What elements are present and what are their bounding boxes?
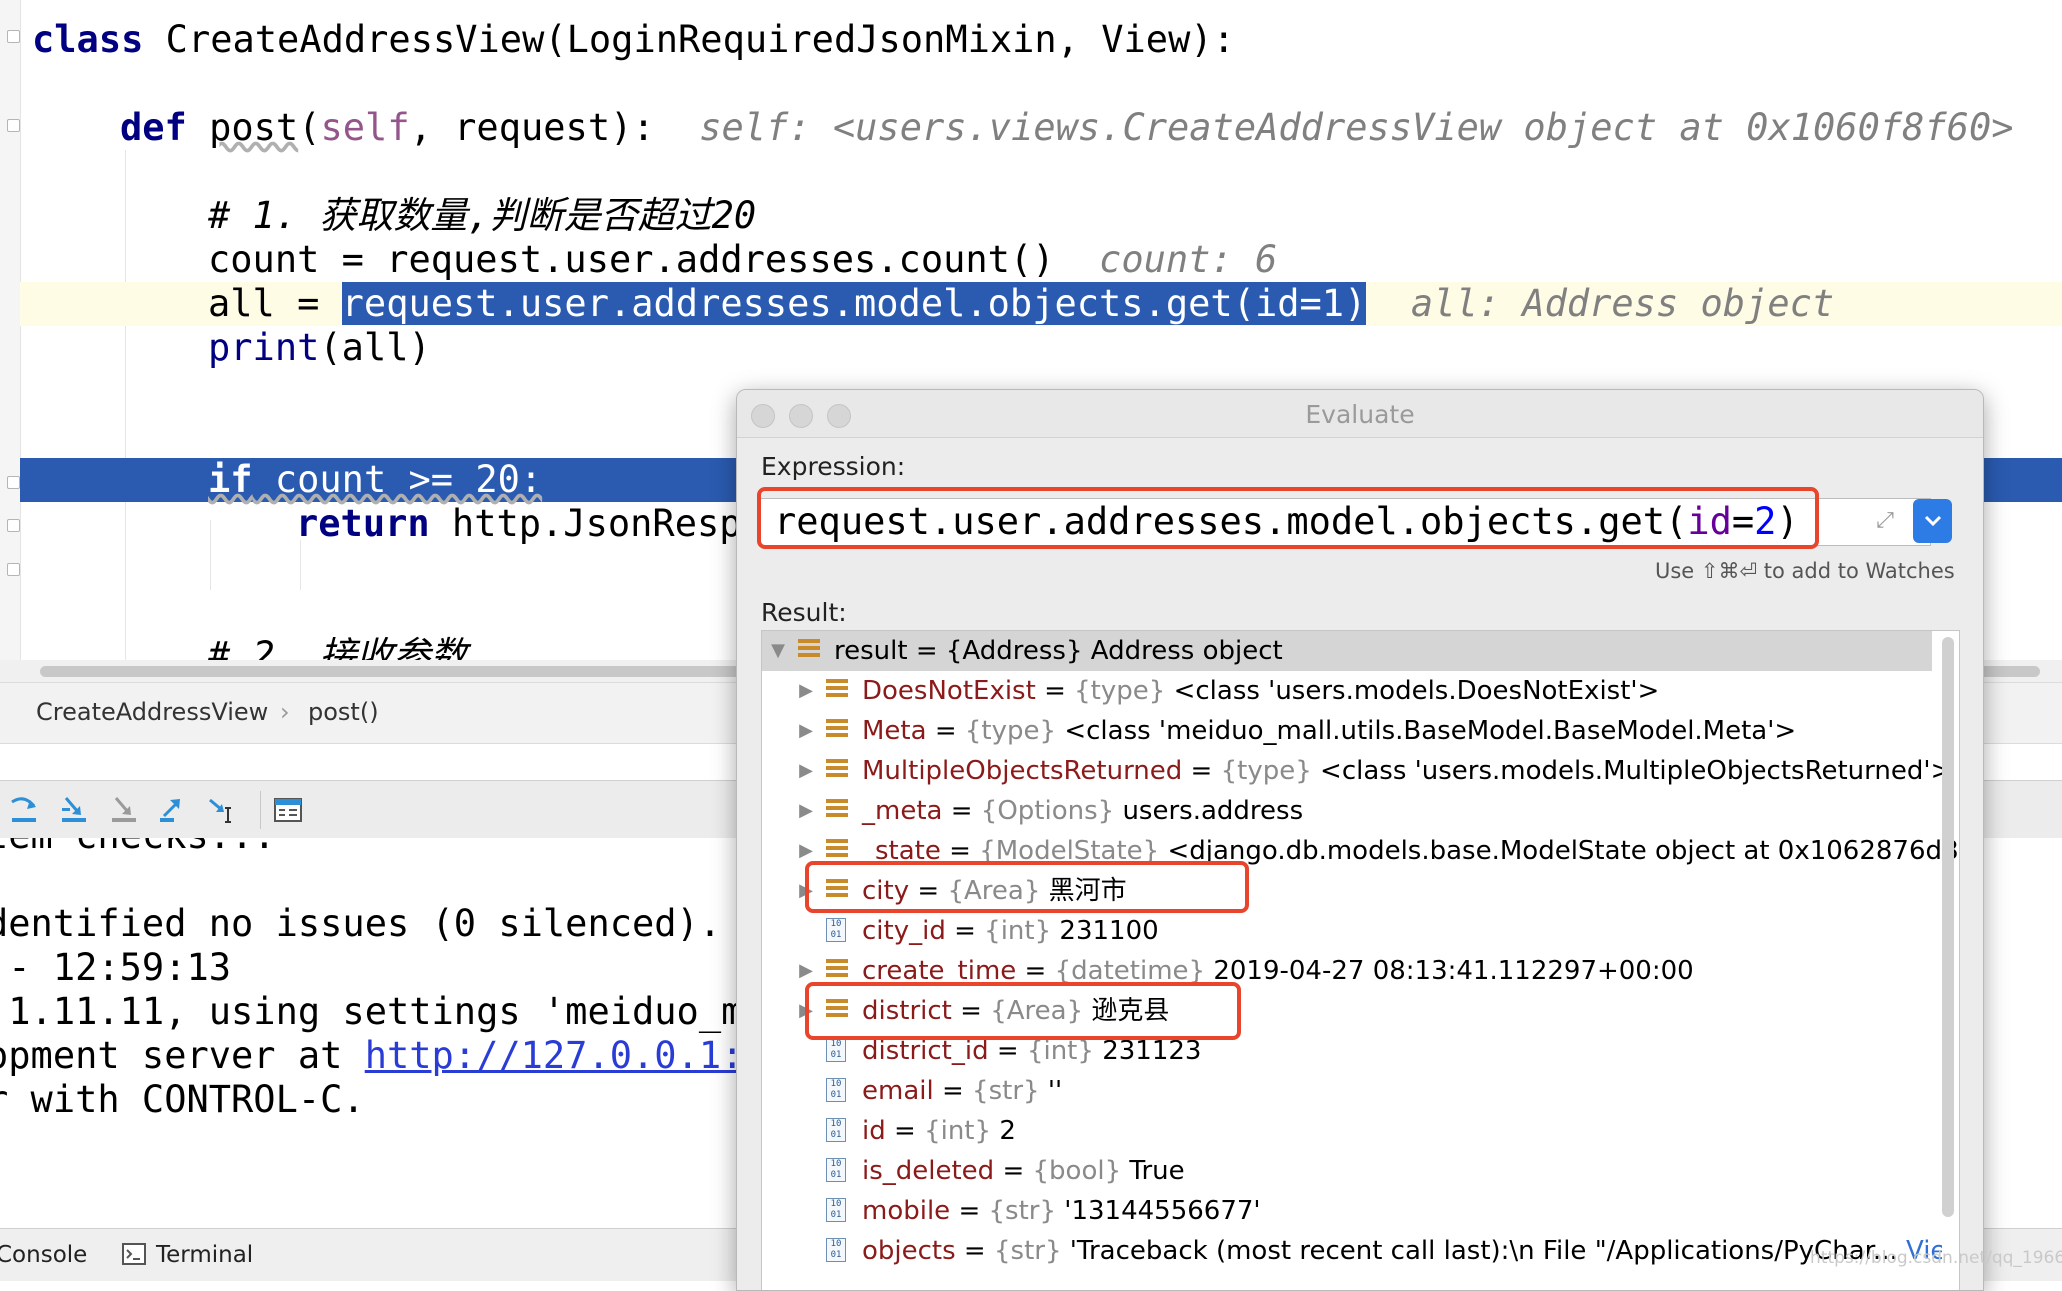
- breadcrumb-separator: ›: [280, 698, 290, 726]
- watch-hint: Use ⇧⌘⏎ to add to Watches: [1655, 559, 1955, 583]
- evaluate-expression-icon[interactable]: [272, 794, 304, 826]
- primitive-value-icon: 10 01: [826, 1238, 846, 1262]
- code-line-all: all = request.user.addresses.model.objec…: [20, 282, 2062, 326]
- annotation-highlight-city: [805, 861, 1249, 913]
- server-url-link[interactable]: http://127.0.0.1:: [365, 1034, 744, 1077]
- console-line: opment server at: [0, 1034, 365, 1077]
- primitive-value-icon: 10 01: [826, 1038, 846, 1062]
- tab-console[interactable]: Console: [0, 1242, 87, 1268]
- tree-row[interactable]: ▶ _meta = {Options} users.address: [762, 791, 1932, 831]
- result-scrollbar[interactable]: [1942, 637, 1954, 1217]
- inline-debug-value: all: Address object: [1410, 282, 1835, 325]
- inline-debug-value: count: 6: [1099, 238, 1278, 281]
- console-line: 1.11.11, using settings 'meiduo_m: [0, 990, 744, 1033]
- watermark: https://blog.csdn.net/qq_19668897: [1810, 1248, 2062, 1268]
- console-line: dentified no issues (0 silenced).: [0, 902, 722, 945]
- indent-guide: [300, 540, 301, 590]
- dialog-titlebar[interactable]: Evaluate: [737, 390, 1983, 438]
- code-line-comment: # 1. 获取数量,判断是否超过20: [20, 194, 2062, 238]
- collapse-arrow-icon[interactable]: ▼: [768, 631, 788, 671]
- if-condition: count >= 20:: [252, 458, 543, 501]
- console-line: - 12:59:13: [0, 946, 232, 989]
- expand-editor-icon[interactable]: ⤢: [1872, 508, 1898, 534]
- breadcrumb-class[interactable]: CreateAddressView: [36, 698, 268, 726]
- fold-marker-icon[interactable]: [7, 476, 20, 489]
- terminal-icon: [122, 1243, 146, 1265]
- object-icon: [826, 719, 848, 741]
- tree-row[interactable]: 10 01 objects = {str} 'Traceback (most re…: [762, 1231, 1942, 1271]
- tree-row[interactable]: 10 01 email = {str} '': [762, 1071, 1932, 1111]
- breadcrumb-method[interactable]: post(): [308, 698, 379, 726]
- def-params: , request):: [409, 106, 655, 149]
- tree-row[interactable]: ▶ MultipleObjectsReturned = {type} <clas…: [762, 751, 1952, 791]
- tree-row[interactable]: 10 01 is_deleted = {bool} True: [762, 1151, 1932, 1191]
- inline-debug-value: self: <users.views.CreateAddressView obj…: [699, 106, 2062, 149]
- object-icon: [826, 959, 848, 981]
- step-into-icon[interactable]: [58, 794, 90, 826]
- history-dropdown-button[interactable]: [1913, 499, 1952, 543]
- tree-row[interactable]: 10 01 mobile = {str} '13144556677': [762, 1191, 1932, 1231]
- result-label: Result:: [761, 598, 847, 627]
- step-out-icon[interactable]: [156, 794, 188, 826]
- expand-arrow-icon[interactable]: ▶: [796, 671, 816, 711]
- primitive-value-icon: 10 01: [826, 1078, 846, 1102]
- primitive-value-icon: 10 01: [826, 918, 846, 942]
- self-param: self: [320, 106, 410, 149]
- expression-label: Expression:: [761, 452, 906, 481]
- expand-arrow-icon[interactable]: ▶: [796, 711, 816, 751]
- function-name: post: [209, 106, 299, 149]
- annotation-highlight-district: [805, 982, 1241, 1040]
- primitive-value-icon: 10 01: [826, 1158, 846, 1182]
- primitive-value-icon: 10 01: [826, 1198, 846, 1222]
- result-tree[interactable]: ▼ result = {Address} Address object ▶ Do…: [761, 630, 1960, 1290]
- keyword: if: [208, 458, 253, 501]
- selected-expression[interactable]: request.user.addresses.model.objects.get…: [341, 282, 1367, 325]
- code-comment: # 2 接收参数: [208, 634, 468, 660]
- object-icon: [826, 759, 848, 781]
- count-statement: count = request.user.addresses.count(): [208, 238, 1055, 281]
- fold-marker-icon[interactable]: [7, 563, 20, 576]
- return-expression: http.JsonResp: [429, 502, 742, 545]
- annotation-highlight-expression: [757, 487, 1819, 549]
- tab-terminal[interactable]: Terminal: [156, 1242, 253, 1268]
- code-comment: # 1. 获取数量,判断是否超过20: [208, 194, 757, 237]
- class-signature: CreateAddressView(LoginRequiredJsonMixin…: [143, 18, 1235, 61]
- evaluate-dialog: Evaluate Expression: request.user.addres…: [736, 389, 1984, 1291]
- chevron-down-icon: [1924, 515, 1942, 527]
- console-line: tem checks...: [0, 838, 276, 858]
- toolbar-separator: [260, 791, 261, 829]
- console-line: r with CONTROL-C.: [0, 1078, 365, 1121]
- object-icon: [826, 799, 848, 821]
- step-over-icon[interactable]: [8, 794, 40, 826]
- tree-row[interactable]: 10 01 id = {int} 2: [762, 1111, 1932, 1151]
- print-args: (all): [319, 326, 431, 369]
- editor-gutter: [0, 0, 21, 660]
- all-assign: all =: [208, 282, 342, 325]
- run-to-cursor-icon[interactable]: [206, 794, 238, 826]
- code-line-def: def post(self, request): self: <users.vi…: [20, 106, 2062, 150]
- fold-marker-icon[interactable]: [7, 119, 20, 132]
- step-into-my-code-icon[interactable]: [108, 794, 140, 826]
- tree-row[interactable]: ▶ Meta = {type} <class 'meiduo_mall.util…: [762, 711, 1932, 751]
- tree-row-result[interactable]: ▼ result = {Address} Address object: [762, 631, 1932, 671]
- keyword: return: [296, 502, 430, 545]
- expand-arrow-icon[interactable]: ▶: [796, 791, 816, 831]
- code-line-print: print(all): [20, 326, 2062, 370]
- tree-row[interactable]: 10 01 city_id = {int} 231100: [762, 911, 1932, 951]
- object-icon: [798, 639, 820, 661]
- expand-arrow-icon[interactable]: ▶: [796, 751, 816, 791]
- code-line-class: class CreateAddressView(LoginRequiredJso…: [20, 18, 2062, 62]
- keyword: def: [120, 106, 187, 149]
- primitive-value-icon: 10 01: [826, 1118, 846, 1142]
- object-icon: [826, 839, 848, 861]
- fold-marker-icon[interactable]: [7, 30, 20, 43]
- keyword: class: [32, 18, 144, 61]
- dialog-title: Evaluate: [1305, 400, 1415, 429]
- tree-row[interactable]: ▶ DoesNotExist = {type} <class 'users.mo…: [762, 671, 1932, 711]
- object-icon: [826, 679, 848, 701]
- builtin-print: print: [208, 326, 320, 369]
- fold-marker-icon[interactable]: [7, 519, 20, 532]
- code-line-count: count = request.user.addresses.count() c…: [20, 238, 2062, 282]
